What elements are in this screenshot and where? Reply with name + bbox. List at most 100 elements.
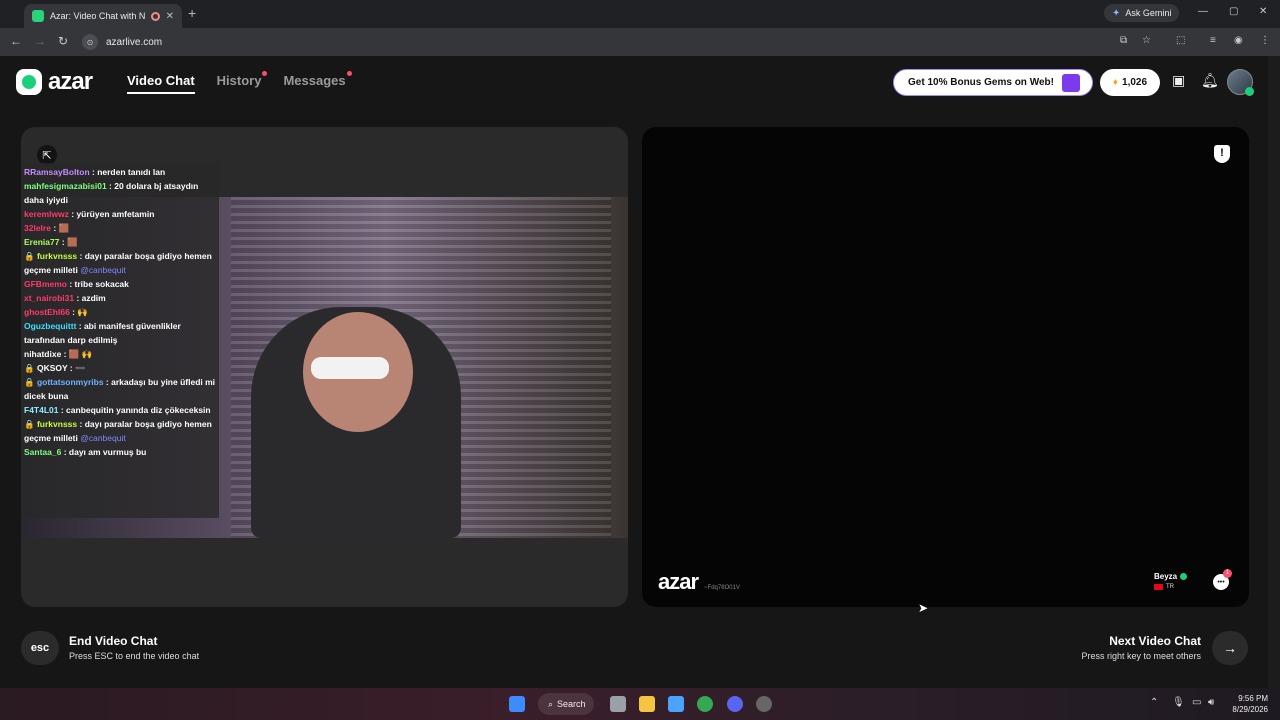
store-app-icon[interactable] [668, 696, 684, 712]
bonus-gems-button[interactable]: Get 10% Bonus Gems on Web! [893, 69, 1093, 96]
chat-message: GFBmemo : tribe sokacak [24, 277, 216, 291]
end-chat-title: End Video Chat [69, 634, 158, 648]
partner-info[interactable]: Beyza TR [1154, 572, 1204, 590]
site-info-icon[interactable]: ⊙ [82, 34, 98, 50]
discord-icon[interactable] [727, 696, 743, 712]
search-label: Search [557, 699, 586, 709]
chat-text: : azdim [74, 293, 106, 303]
chat-text: : tribe sokacak [66, 279, 129, 289]
tray-chevron-icon[interactable]: ⌃ [1150, 697, 1158, 708]
mouse-cursor-icon: ➤ [918, 601, 929, 615]
nav-label: History [216, 73, 262, 88]
chat-mention[interactable]: @canbequit [80, 265, 126, 275]
chat-username[interactable]: furkvnsss [37, 251, 77, 261]
user-badge-icon: 🔒 [24, 377, 35, 387]
azar-page: azar Video Chat History Messages Get 10%… [0, 56, 1280, 688]
nav-history[interactable]: History [216, 71, 268, 94]
sunglasses [311, 357, 389, 379]
chat-username[interactable]: GFBmemo [24, 279, 67, 289]
clock-date: 8/29/2026 [1232, 705, 1268, 714]
user-avatar[interactable] [1227, 69, 1254, 96]
chat-username[interactable]: RRamsayBolton [24, 167, 90, 177]
chat-message: 🔒 furkvnsss : dayı paralar boşa gidiyo h… [24, 417, 216, 445]
forward-icon[interactable]: → [34, 34, 46, 48]
windows-start-icon[interactable] [509, 696, 525, 712]
pop-out-icon[interactable]: ⇱ [37, 145, 57, 165]
scrollbar[interactable] [1268, 56, 1280, 688]
chat-username[interactable]: QKSOY [37, 363, 68, 373]
volume-icon[interactable]: 🔊︎ [1208, 697, 1214, 708]
gems-count: 1,026 [1122, 77, 1148, 88]
media-icon[interactable]: ≡ [1210, 35, 1216, 46]
taskbar-clock[interactable]: 9:56 PM 8/29/2026 [1226, 693, 1268, 715]
bookmark-star-icon[interactable]: ☆ [1142, 35, 1151, 46]
microphone-icon[interactable]: 🎙︎ [1172, 697, 1185, 708]
browser-tab[interactable]: Azar: Video Chat with New ✕ [24, 4, 182, 28]
network-icon[interactable]: ▭ [1192, 697, 1201, 708]
chat-message: Oguzbequittt : abi manifest güvenlikler … [24, 319, 216, 347]
tab-close-icon[interactable]: ✕ [166, 11, 174, 22]
user-badge-icon: 🔒 [24, 251, 35, 261]
back-icon[interactable]: ← [10, 34, 22, 48]
nav-messages[interactable]: Messages [283, 71, 352, 94]
chat-username[interactable]: nihatdixe [24, 349, 61, 359]
chat-text: : 🟫 [50, 223, 70, 233]
new-tab-button[interactable]: + [188, 5, 196, 21]
chat-username[interactable]: 32lelre [24, 223, 51, 233]
report-shield-icon[interactable]: ! [1214, 145, 1230, 163]
chat-username[interactable]: xt_nairobi31 [24, 293, 74, 303]
chat-message: 🔒 gottatsonmyribs : arkadaşı bu yine üfl… [24, 375, 216, 403]
chat-text: : nerden tanıdı lan [89, 167, 166, 177]
my-video-panel: ⇱ RRamsayBolton : nerden tanıdı lan mahfe… [21, 127, 628, 607]
reload-icon[interactable]: ↻ [58, 34, 68, 48]
url-text: azarlive.com [106, 36, 163, 48]
close-window-button[interactable]: ✕ [1259, 6, 1267, 17]
bonus-gems-label: Get 10% Bonus Gems on Web! [908, 77, 1054, 88]
chat-text: : ➖ [67, 363, 86, 373]
end-chat-button[interactable]: esc [21, 631, 59, 665]
ask-gemini-button[interactable]: ✦ Ask Gemini [1104, 4, 1180, 22]
end-chat-hint: Press ESC to end the video chat [69, 651, 200, 661]
chat-mention[interactable]: @canbequit [80, 433, 126, 443]
chrome-icon[interactable] [697, 696, 713, 712]
chat-message: nihatdixe : 🟫 🙌 [24, 347, 216, 361]
site-header: azar Video Chat History Messages Get 10%… [0, 56, 1268, 108]
partner-name-row: Beyza [1154, 572, 1204, 581]
chat-text: : 🟫 [59, 237, 78, 247]
chat-username[interactable]: keremlwwz [24, 209, 69, 219]
logo-text: azar [48, 68, 93, 95]
chat-text: : 🟫 🙌 [61, 349, 93, 359]
menu-icon[interactable]: ⋮ [1260, 35, 1270, 46]
chat-username[interactable]: Santaa_6 [24, 447, 61, 457]
taskbar-search[interactable]: ⌕ Search [538, 693, 594, 715]
notification-dot [262, 71, 268, 76]
chat-username[interactable]: gottatsonmyribs [37, 377, 104, 387]
extensions-icon[interactable]: ⬚ [1176, 35, 1185, 46]
tab-title: Azar: Video Chat with New [50, 11, 145, 21]
file-explorer-icon[interactable] [639, 696, 655, 712]
restore-button[interactable]: ▢ [1229, 6, 1238, 17]
chat-username[interactable]: F4T4L01 [24, 405, 59, 415]
chat-username[interactable]: Erenia77 [24, 237, 59, 247]
chat-username[interactable]: ghostEhl66 [24, 307, 70, 317]
chat-username[interactable]: Oguzbequittt [24, 321, 76, 331]
chat-message: 🔒 QKSOY : ➖ [24, 361, 216, 375]
gems-balance[interactable]: ♦ 1,026 [1100, 69, 1160, 96]
profile-icon[interactable]: ◉ [1234, 35, 1243, 46]
bell-icon[interactable]: 🔔︎ [1201, 72, 1219, 89]
chat-username[interactable]: mahfesigmazabisi01 [24, 181, 107, 191]
gift-icon [1062, 74, 1080, 92]
app-icon[interactable] [756, 696, 772, 712]
nav-video-chat[interactable]: Video Chat [127, 73, 195, 94]
address-bar[interactable]: ⊙ azarlive.com [82, 31, 1102, 53]
azar-logo[interactable]: azar [16, 68, 93, 96]
task-view-icon[interactable] [610, 696, 626, 712]
chat-username[interactable]: furkvnsss [37, 419, 77, 429]
cast-icon[interactable]: ⧉ [1120, 35, 1127, 46]
chat-message: 32lelre : 🟫 [24, 221, 216, 235]
verified-icon [1245, 87, 1254, 96]
next-chat-button[interactable]: → [1212, 631, 1248, 665]
recording-icon [150, 11, 160, 21]
store-icon[interactable]: ▣ [1172, 72, 1185, 89]
minimize-button[interactable]: — [1198, 6, 1208, 17]
